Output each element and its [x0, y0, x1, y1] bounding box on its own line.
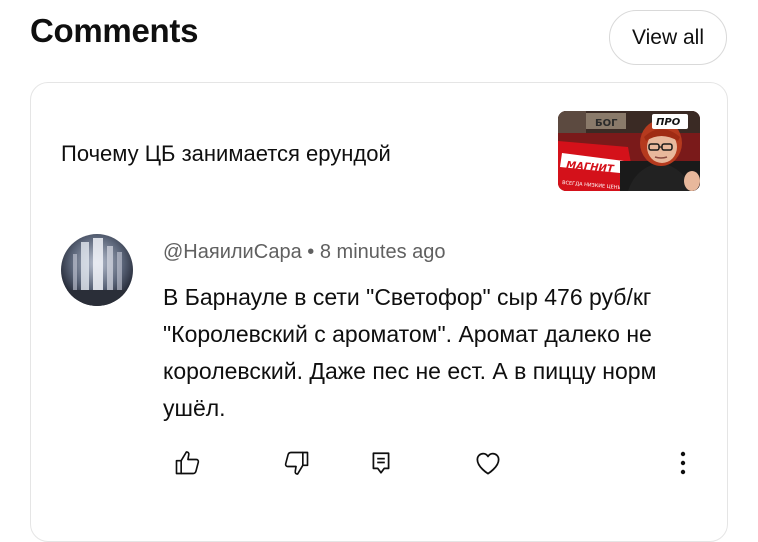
video-title[interactable]: Почему ЦБ занимается ерундой: [61, 141, 391, 167]
dislike-button[interactable]: [277, 443, 317, 483]
comment-text: В Барнауле в сети "Светофор" сыр 476 руб…: [163, 284, 657, 421]
meta-separator: •: [301, 241, 320, 263]
thumbs-down-icon: [284, 451, 309, 475]
thumbnail-badge: ПРО: [656, 117, 681, 128]
comments-title: Comments: [30, 12, 199, 49]
more-vertical-icon: [680, 451, 686, 475]
love-button[interactable]: [468, 443, 508, 483]
comment-meta: @НаяилиСара • 8 minutes ago: [163, 241, 446, 264]
avatar-image: [61, 234, 133, 306]
thumbs-up-icon: [175, 451, 200, 475]
video-thumbnail[interactable]: БОГ МАГНИТ ВСЕГДА НИЗКИЕ ЦЕНЫ ПРО: [558, 111, 700, 191]
like-button[interactable]: [167, 443, 207, 483]
reply-icon: [372, 452, 390, 474]
comments-header: Comments View all: [0, 0, 758, 80]
comment-card[interactable]: Почему ЦБ занимается ерундой БОГ МАГНИТ …: [30, 82, 728, 542]
avatar[interactable]: [61, 234, 133, 306]
reply-button[interactable]: [361, 443, 401, 483]
thumbnail-sign-text: БОГ: [595, 118, 618, 129]
more-options-button[interactable]: [663, 443, 703, 483]
comment-author[interactable]: @НаяилиСара: [163, 241, 302, 263]
comment-time: 8 minutes ago: [319, 241, 446, 263]
view-all-button[interactable]: View all: [609, 10, 727, 65]
thumbnail-image: БОГ МАГНИТ ВСЕГДА НИЗКИЕ ЦЕНЫ ПРО: [558, 111, 700, 191]
heart-icon: [476, 452, 500, 475]
